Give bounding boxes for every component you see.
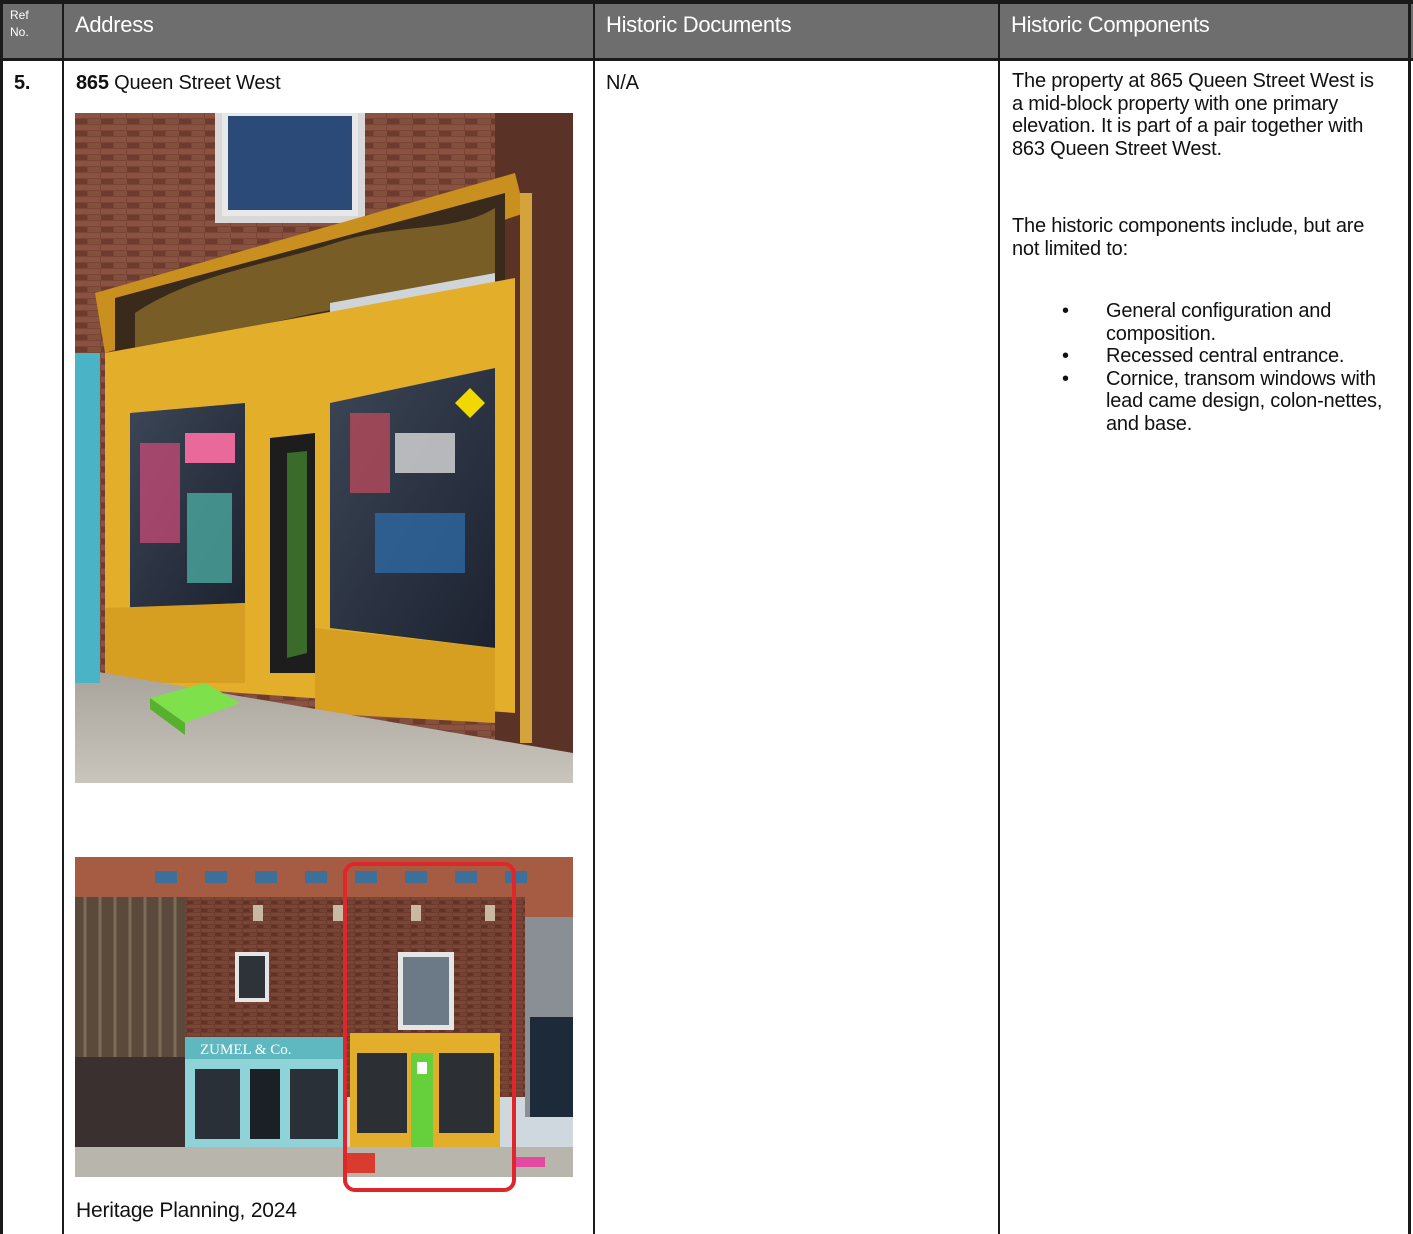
list-item-text: Recessed central entrance. [1106,345,1345,367]
property-highlight-box [343,862,516,1192]
zumel-sign-text: ZUMEL & Co. [200,1042,292,1058]
heritage-table: Ref No. Address Historic Documents Histo… [0,0,1413,1234]
address-number: 865 [76,72,109,94]
ref-number: 5. [14,72,31,94]
address-cell-text: 865 Queen Street West [76,72,281,94]
column-divider [62,0,64,1234]
header-historic-documents: Historic Documents [594,4,999,58]
bullet-icon: • [1062,367,1069,390]
storefront-photo [75,113,573,783]
list-item: • General configuration and composition. [1012,300,1402,345]
components-description: The property at 865 Queen Street West is… [1012,70,1374,160]
header-documents-label: Historic Documents [606,12,792,37]
column-divider [998,0,1000,1234]
list-item-text: General configuration and composition. [1106,300,1332,345]
list-item: • Cornice, transom windows with lead came… [1012,368,1402,436]
bullet-icon: • [1062,300,1069,322]
header-components-label: Historic Components [1011,12,1210,37]
header-historic-components: Historic Components [999,4,1409,58]
address-street: Queen Street West [108,72,281,94]
photo-caption: Heritage Planning, 2024 [76,1199,297,1222]
list-item: • Recessed central entrance. [1012,345,1402,368]
column-divider [593,0,595,1234]
header-address-label: Address [75,12,154,37]
header-ref-line2: No. [10,25,29,39]
bullet-icon: • [1062,345,1069,367]
components-list: • General configuration and composition. … [1012,300,1402,435]
historic-documents-value: N/A [606,72,639,94]
list-item-text: Cornice, transom windows with lead came … [1106,367,1383,435]
components-intro: The historic components include, but are… [1012,215,1365,260]
header-ref-line1: Ref [10,8,29,22]
header-ref-no: Ref No. [0,4,63,58]
header-address: Address [63,4,594,58]
storefront-photo-graphic [75,113,573,783]
table-border-left [0,0,3,1234]
table-border-right [1408,0,1411,1234]
